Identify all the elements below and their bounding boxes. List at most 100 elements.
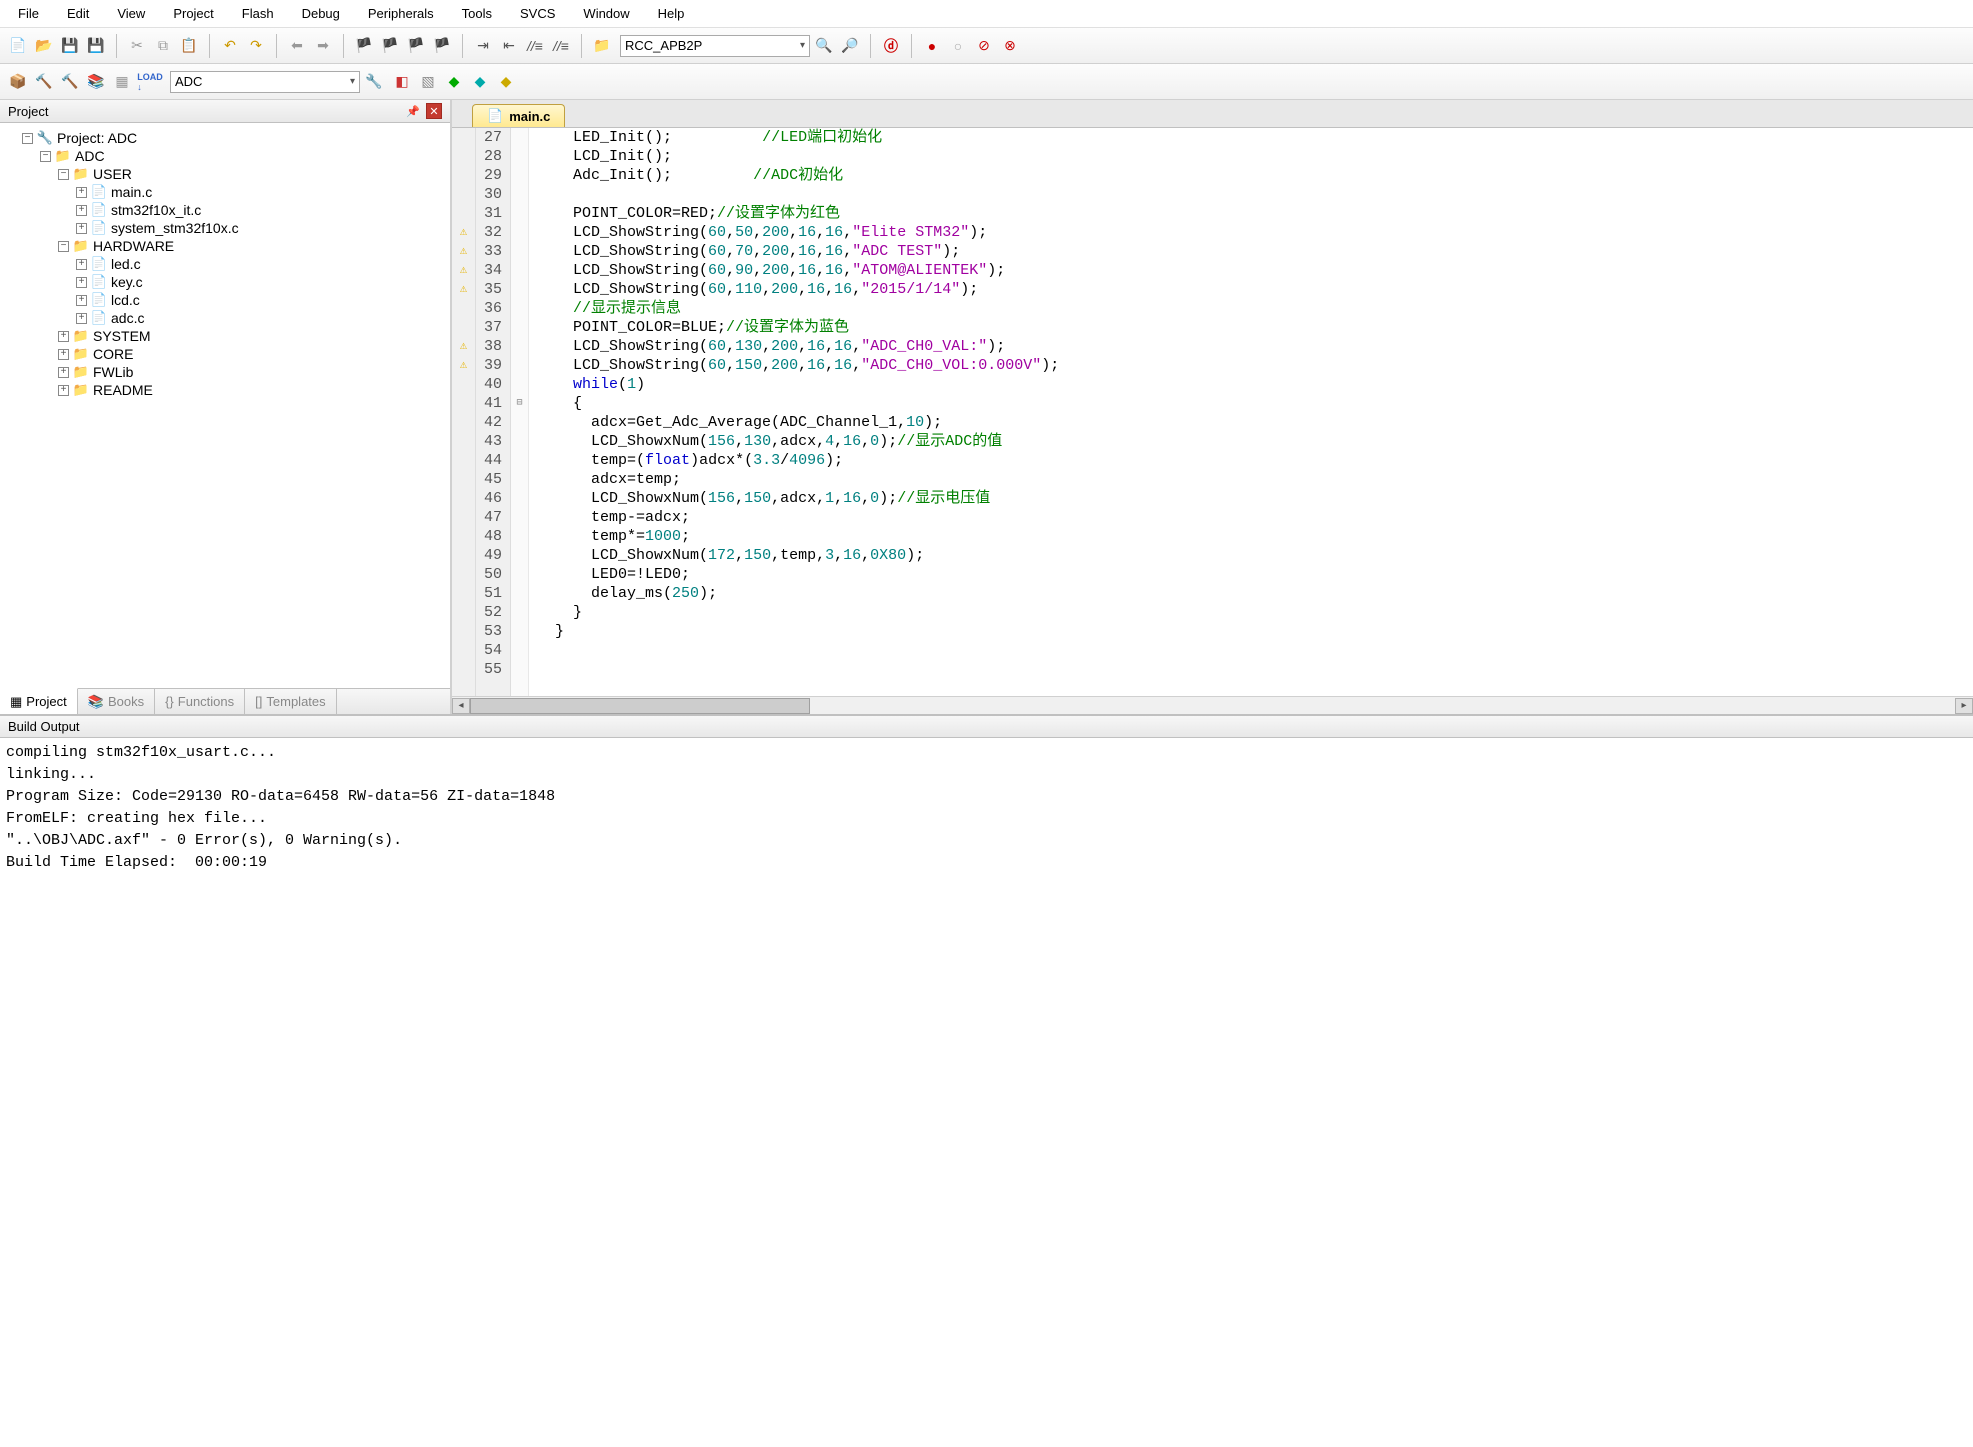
uncomment-icon[interactable]: //≡	[549, 34, 573, 58]
fold-toggle[interactable]	[511, 660, 528, 679]
fold-toggle[interactable]	[511, 299, 528, 318]
incremental-find-icon[interactable]: 🔎	[838, 34, 862, 58]
build-output-text[interactable]: compiling stm32f10x_usart.c... linking..…	[0, 738, 1973, 878]
fold-toggle[interactable]	[511, 318, 528, 337]
marker[interactable]	[452, 546, 475, 565]
nav-forward-icon[interactable]: ➡	[311, 34, 335, 58]
marker[interactable]	[452, 622, 475, 641]
copy-icon[interactable]: ⧉	[151, 34, 175, 58]
target-options-icon[interactable]: 🔧	[362, 70, 386, 94]
fold-toggle[interactable]	[511, 185, 528, 204]
scroll-right-icon[interactable]: ▸	[1955, 698, 1973, 714]
marker[interactable]	[452, 128, 475, 147]
bookmark-icon[interactable]: 🏴	[352, 34, 376, 58]
tree-file[interactable]: +📄stm32f10x_it.c	[4, 201, 446, 219]
fold-toggle[interactable]	[511, 584, 528, 603]
bookmark-next-icon[interactable]: 🏴	[404, 34, 428, 58]
tree-expander[interactable]: +	[76, 187, 87, 198]
open-file-icon[interactable]: 📂	[32, 34, 56, 58]
fold-toggle[interactable]	[511, 527, 528, 546]
menu-view[interactable]: View	[103, 2, 159, 25]
fold-toggle[interactable]	[511, 508, 528, 527]
fold-toggle[interactable]	[511, 489, 528, 508]
tree-expander[interactable]: +	[58, 331, 69, 342]
tree-expander[interactable]: −	[58, 241, 69, 252]
tree-file[interactable]: +📄adc.c	[4, 309, 446, 327]
tree-project-root[interactable]: −🔧Project: ADC	[4, 129, 446, 147]
new-file-icon[interactable]: 📄	[6, 34, 30, 58]
menu-file[interactable]: File	[4, 2, 53, 25]
save-icon[interactable]: 💾	[58, 34, 82, 58]
breakpoint-kill-icon[interactable]: ⊘	[972, 34, 996, 58]
marker[interactable]	[452, 641, 475, 660]
debug-icon[interactable]: ⓓ	[879, 34, 903, 58]
select-pack-icon[interactable]: ◆	[468, 70, 492, 94]
tree-group-hardware[interactable]: −📁HARDWARE	[4, 237, 446, 255]
close-icon[interactable]: ✕	[426, 103, 442, 119]
marker[interactable]	[452, 451, 475, 470]
pack-installer-icon[interactable]: ◆	[494, 70, 518, 94]
rebuild-icon[interactable]: 🔨	[58, 70, 82, 94]
fold-toggle[interactable]	[511, 603, 528, 622]
outdent-icon[interactable]: ⇤	[497, 34, 521, 58]
indent-icon[interactable]: ⇥	[471, 34, 495, 58]
tree-expander[interactable]: +	[58, 349, 69, 360]
tree-file[interactable]: +📄led.c	[4, 255, 446, 273]
menu-peripherals[interactable]: Peripherals	[354, 2, 448, 25]
marker[interactable]	[452, 584, 475, 603]
fold-toggle[interactable]	[511, 242, 528, 261]
menu-help[interactable]: Help	[644, 2, 699, 25]
nav-back-icon[interactable]: ⬅	[285, 34, 309, 58]
find-icon[interactable]: 🔍	[812, 34, 836, 58]
marker[interactable]	[452, 660, 475, 679]
tree-expander[interactable]: +	[76, 277, 87, 288]
fold-toggle[interactable]	[511, 204, 528, 223]
marker-margin[interactable]: ⚠⚠⚠⚠⚠⚠	[452, 128, 476, 696]
project-tab-project[interactable]: ▦Project	[0, 688, 78, 714]
tree-expander[interactable]: +	[58, 385, 69, 396]
comment-icon[interactable]: //≡	[523, 34, 547, 58]
tree-file[interactable]: +📄main.c	[4, 183, 446, 201]
fold-toggle[interactable]	[511, 470, 528, 489]
save-all-icon[interactable]: 💾	[84, 34, 108, 58]
fold-toggle[interactable]	[511, 375, 528, 394]
redo-icon[interactable]: ↷	[244, 34, 268, 58]
bookmark-prev-icon[interactable]: 🏴	[378, 34, 402, 58]
tree-expander[interactable]: +	[58, 367, 69, 378]
marker[interactable]	[452, 413, 475, 432]
tree-expander[interactable]: +	[76, 295, 87, 306]
cut-icon[interactable]: ✂	[125, 34, 149, 58]
marker[interactable]: ⚠	[452, 223, 475, 242]
tree-group-system[interactable]: +📁SYSTEM	[4, 327, 446, 345]
scroll-track[interactable]	[810, 698, 1955, 714]
tree-target[interactable]: −📁ADC	[4, 147, 446, 165]
marker[interactable]	[452, 527, 475, 546]
fold-toggle[interactable]	[511, 147, 528, 166]
search-combo[interactable]: RCC_APB2P ▾	[620, 35, 810, 57]
marker[interactable]: ⚠	[452, 242, 475, 261]
editor-hscrollbar[interactable]: ◂ ▸	[452, 696, 1973, 714]
tree-group-fwlib[interactable]: +📁FWLib	[4, 363, 446, 381]
translate-icon[interactable]: 📦	[6, 70, 30, 94]
marker[interactable]: ⚠	[452, 280, 475, 299]
code-editor[interactable]: ⚠⚠⚠⚠⚠⚠ 272829303132333435363738394041424…	[452, 128, 1973, 696]
breakpoint-disable-icon[interactable]: ○	[946, 34, 970, 58]
marker[interactable]	[452, 147, 475, 166]
fold-toggle[interactable]	[511, 451, 528, 470]
manage-project-icon[interactable]: ◧	[390, 70, 414, 94]
marker[interactable]	[452, 166, 475, 185]
manage-rte-icon[interactable]: ◆	[442, 70, 466, 94]
fold-toggle[interactable]	[511, 166, 528, 185]
multi-project-icon[interactable]: ▧	[416, 70, 440, 94]
project-tab-functions[interactable]: {}Functions	[155, 689, 245, 714]
editor-tab-main[interactable]: 📄 main.c	[472, 104, 565, 127]
stop-build-icon[interactable]: ▦	[110, 70, 134, 94]
tree-expander[interactable]: +	[76, 259, 87, 270]
find-in-files-icon[interactable]: 📁	[590, 34, 614, 58]
marker[interactable]	[452, 508, 475, 527]
fold-toggle[interactable]	[511, 622, 528, 641]
tree-expander[interactable]: −	[40, 151, 51, 162]
fold-toggle[interactable]	[511, 356, 528, 375]
marker[interactable]	[452, 470, 475, 489]
menu-window[interactable]: Window	[569, 2, 643, 25]
